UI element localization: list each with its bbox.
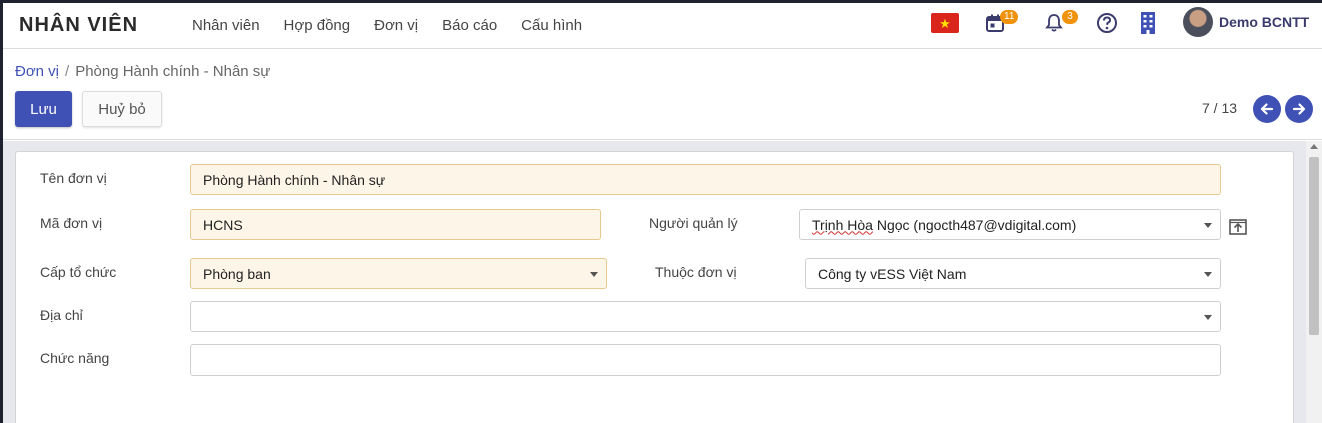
- cap-to-chuc-select[interactable]: Phòng ban: [190, 258, 607, 289]
- record-pager: 7 / 13: [1202, 100, 1238, 116]
- app-title[interactable]: NHÂN VIÊN: [19, 14, 138, 37]
- company-building-icon[interactable]: [1136, 11, 1160, 35]
- breadcrumb-link-don-vi[interactable]: Đơn vị: [15, 63, 59, 80]
- scrollbar-thumb[interactable]: [1309, 157, 1319, 335]
- open-external-icon[interactable]: [1228, 217, 1248, 237]
- chevron-down-icon: [1204, 223, 1212, 228]
- label-chuc-nang: Chức năng: [40, 350, 110, 366]
- ma-don-vi-value: HCNS: [203, 216, 243, 233]
- help-icon[interactable]: [1095, 11, 1119, 35]
- arrow-right-icon: [1292, 103, 1306, 115]
- user-avatar[interactable]: [1183, 7, 1213, 37]
- top-navbar: NHÂN VIÊN Nhân viên Hợp đồng Đơn vị Báo …: [3, 3, 1322, 49]
- calendar-badge: 11: [1000, 10, 1019, 24]
- label-cap-to-chuc: Cấp tổ chức: [40, 264, 117, 280]
- arrow-left-icon: [1260, 103, 1274, 115]
- nguoi-quan-ly-rest: Ngọc (ngocth487@vdigital.com): [872, 216, 1077, 233]
- menu-item-don-vi[interactable]: Đơn vị: [374, 17, 418, 34]
- user-name[interactable]: Demo BCNTT: [1219, 14, 1309, 30]
- label-nguoi-quan-ly: Người quản lý: [649, 215, 738, 231]
- previous-record-button[interactable]: [1253, 95, 1281, 123]
- save-button[interactable]: Lưu: [15, 91, 72, 127]
- cancel-button[interactable]: Huỷ bỏ: [82, 91, 162, 127]
- main-menu: Nhân viên Hợp đồng Đơn vị Báo cáo Cấu hì…: [192, 17, 582, 34]
- label-dia-chi: Địa chỉ: [40, 307, 83, 323]
- chevron-down-icon: [1204, 272, 1212, 277]
- control-panel: Đơn vị / Phòng Hành chính - Nhân sự Lưu Hu…: [3, 50, 1322, 140]
- thuoc-don-vi-value: Công ty vESS Việt Nam: [818, 265, 967, 282]
- next-record-button[interactable]: [1285, 95, 1313, 123]
- ten-don-vi-input[interactable]: Phòng Hành chính - Nhân sự: [190, 164, 1221, 195]
- notification-badge: 3: [1062, 10, 1078, 24]
- nguoi-quan-ly-value: Trịnh Hòa Ngọc (ngocth487@vdigital.com): [812, 217, 1076, 233]
- menu-item-cau-hinh[interactable]: Cấu hình: [521, 17, 582, 34]
- thuoc-don-vi-select[interactable]: Công ty vESS Việt Nam: [805, 258, 1221, 289]
- ten-don-vi-value: Phòng Hành chính - Nhân sự: [203, 171, 386, 188]
- breadcrumb-current: Phòng Hành chính - Nhân sự: [75, 63, 271, 80]
- breadcrumb: Đơn vị / Phòng Hành chính - Nhân sự: [15, 63, 270, 80]
- menu-item-nhan-vien[interactable]: Nhân viên: [192, 17, 260, 34]
- label-ten-don-vi: Tên đơn vị: [40, 170, 107, 186]
- cap-to-chuc-value: Phòng ban: [203, 265, 271, 282]
- scroll-up-arrow-icon[interactable]: [1310, 144, 1318, 149]
- label-thuoc-don-vi: Thuộc đơn vị: [655, 264, 737, 280]
- ma-don-vi-input[interactable]: HCNS: [190, 209, 601, 240]
- menu-item-bao-cao[interactable]: Báo cáo: [442, 17, 497, 34]
- menu-item-hop-dong[interactable]: Hợp đồng: [284, 17, 351, 34]
- nguoi-quan-ly-name-part: Trịnh Hòa: [812, 216, 873, 233]
- nguoi-quan-ly-select[interactable]: Trịnh Hòa Ngọc (ngocth487@vdigital.com): [799, 209, 1221, 240]
- chuc-nang-input[interactable]: [190, 344, 1221, 376]
- label-ma-don-vi: Mã đơn vị: [40, 215, 103, 231]
- chevron-down-icon: [1204, 315, 1212, 320]
- dia-chi-select[interactable]: [190, 301, 1221, 332]
- flag-star: ★: [939, 15, 951, 31]
- breadcrumb-separator: /: [65, 63, 70, 80]
- chevron-down-icon: [590, 272, 598, 277]
- vietnam-flag-icon[interactable]: ★: [931, 13, 959, 33]
